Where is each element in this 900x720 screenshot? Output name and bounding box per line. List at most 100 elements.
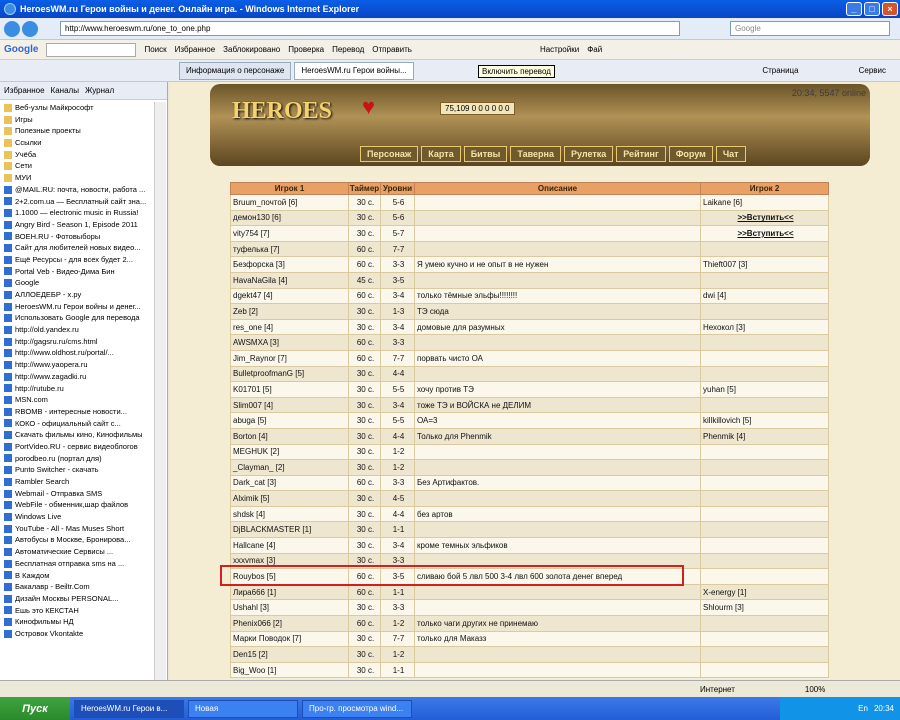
player2-cell[interactable] [700,474,829,492]
favorite-item[interactable]: http://rutube.ru [0,383,167,395]
player2-cell[interactable] [700,661,829,679]
player1-cell[interactable]: Наllcane [4] [230,537,349,554]
favorite-item[interactable]: Скачать фильмы кино, Кинофильмы [0,429,167,441]
favorite-item[interactable]: Ешь это КЕКСТАН [0,605,167,617]
menu-map[interactable]: Карта [421,146,461,162]
favorite-item[interactable]: Автоматические Сервисы ... [0,546,167,558]
player1-cell[interactable]: Ushahl [3] [230,599,349,617]
favorite-item[interactable]: Игры [0,114,167,126]
join-link[interactable]: >>Вступить<< [700,225,829,242]
favorite-item[interactable]: В Каждом [0,570,167,582]
favorite-item[interactable]: Сайт для любителей новых видео... [0,242,167,254]
player1-cell[interactable]: _Clayman_ [2] [230,459,349,476]
player1-cell[interactable]: res_one [4] [230,318,349,336]
player1-cell[interactable]: DjBLACKMASTER [1] [230,521,349,539]
favorite-item[interactable]: Ссылки [0,137,167,149]
favorite-item[interactable]: Островок Vkontakte [0,628,167,640]
favorite-item[interactable]: Сети [0,160,167,172]
favorite-item[interactable]: Учёба [0,149,167,161]
player1-cell[interactable]: Borton [4] [230,427,349,445]
favorite-item[interactable]: http://www.zagadki.ru [0,371,167,383]
player2-cell[interactable] [700,521,829,539]
player2-cell[interactable]: killkillovich [5] [700,412,829,429]
player2-cell[interactable]: Shlourm [3] [700,599,829,617]
google-search-input[interactable] [46,42,137,57]
menu-battles[interactable]: Битвы [463,146,508,162]
player1-cell[interactable]: Лира666 [1] [230,583,349,601]
toolbar-blocked-button[interactable]: Заблокировано [223,45,280,54]
player2-cell[interactable] [700,552,829,570]
player2-cell[interactable] [700,490,829,507]
menu-forum[interactable]: Форум [668,146,713,162]
player2-cell[interactable] [700,334,829,351]
favorite-item[interactable]: MSN.com [0,394,167,406]
favorite-item[interactable]: Windows Live [0,511,167,523]
favorite-item[interactable]: Полезные проекты [0,125,167,137]
favorite-item[interactable]: Portal Veb - Видео-Дима Бин [0,266,167,278]
player1-cell[interactable]: K01701 [5] [230,381,349,398]
player2-cell[interactable] [700,646,829,663]
favorite-item[interactable]: http://www.oldhost.ru/portal/... [0,347,167,359]
player2-cell[interactable] [700,459,829,476]
player1-cell[interactable]: shdsk [4] [230,505,349,523]
player1-cell[interactable]: Slim007 [4] [230,396,349,414]
sidebar-tab-favorites[interactable]: Избранное [4,86,45,95]
favorite-item[interactable]: http://gagsru.ru/cms.html [0,336,167,348]
favorite-item[interactable]: @MAIL.RU: почта, новости, работа ... [0,184,167,196]
player2-cell[interactable]: yuhan [5] [700,381,829,398]
player2-cell[interactable]: Thieft007 [3] [700,256,829,273]
player1-cell[interactable]: AWSMXA [3] [230,334,349,351]
player1-cell[interactable]: Den15 [2] [230,646,349,663]
player1-cell[interactable]: abuga [5] [230,412,349,429]
player1-cell[interactable]: dgekt47 [4] [230,287,349,305]
menu-character[interactable]: Персонаж [360,146,419,162]
favorite-item[interactable]: Angry Bird - Season 1, Episode 2011 [0,219,167,231]
favorite-item[interactable]: YouTube - All - Mas Muses Short [0,523,167,535]
favorite-item[interactable]: Бесплатная отправка sms на ... [0,558,167,570]
favorite-item[interactable]: Rambler Search [0,476,167,488]
player1-cell[interactable]: Jim_Raynor [7] [230,349,349,367]
toolbar-translate-button[interactable]: Перевод [332,45,364,54]
player2-cell[interactable]: Нехокол [3] [700,318,829,336]
favorite-item[interactable]: http://old.yandex.ru [0,324,167,336]
player2-cell[interactable] [700,630,829,648]
task-folder[interactable]: Новая [188,699,298,718]
player2-cell[interactable] [700,303,829,320]
favorite-item[interactable]: Кинофильмы НД [0,616,167,628]
menu-tavern[interactable]: Таверна [510,146,561,162]
favorite-item[interactable]: Бакалавр - Beiltr.Com [0,581,167,593]
favorite-item[interactable]: ВОЕН.RU - Фотовыборы [0,231,167,243]
player1-cell[interactable]: туфелька [7] [230,240,349,258]
maximize-icon[interactable]: □ [864,2,880,16]
player1-cell[interactable]: BulletproofmanG [5] [230,365,349,383]
player2-cell[interactable] [700,443,829,461]
player2-cell[interactable] [700,396,829,414]
toolbar-settings-button[interactable]: Настройки [540,45,579,54]
favorite-item[interactable]: Использовать Google для перевода [0,312,167,324]
minimize-icon[interactable]: _ [846,2,862,16]
heart-icon[interactable]: ♥ [362,94,375,120]
toolbar-check-button[interactable]: Проверка [288,45,324,54]
favorite-item[interactable]: Webmail - Отправка SMS [0,488,167,500]
join-link[interactable]: >>Вступить<< [700,209,829,227]
player1-cell[interactable]: Безфорска [3] [230,256,349,273]
player2-cell[interactable]: dwi [4] [700,287,829,305]
player2-cell[interactable] [700,365,829,383]
sidebar-tab-feeds[interactable]: Каналы [51,86,79,95]
player1-cell[interactable]: Bruum_почтой [6] [230,194,349,211]
player2-cell[interactable] [700,505,829,523]
favorite-item[interactable]: МУИ [0,172,167,184]
favorite-item[interactable]: Google [0,277,167,289]
player2-cell[interactable] [700,240,829,258]
language-indicator[interactable]: En [858,704,868,713]
toolbar-send-button[interactable]: Отправить [372,45,412,54]
sidebar-scrollbar[interactable] [154,102,166,694]
player1-cell[interactable]: Big_Woo [1] [230,661,349,679]
player1-cell[interactable]: Dark_cat [3] [230,474,349,492]
favorite-item[interactable]: porodbeo.ru (портал для) [0,453,167,465]
player2-cell[interactable] [700,568,829,585]
status-zoom[interactable]: 100% [805,685,825,694]
close-icon[interactable]: × [882,2,898,16]
player1-cell[interactable]: Alximik [5] [230,490,349,507]
player1-cell[interactable]: HavaNaGila [4] [230,271,349,289]
